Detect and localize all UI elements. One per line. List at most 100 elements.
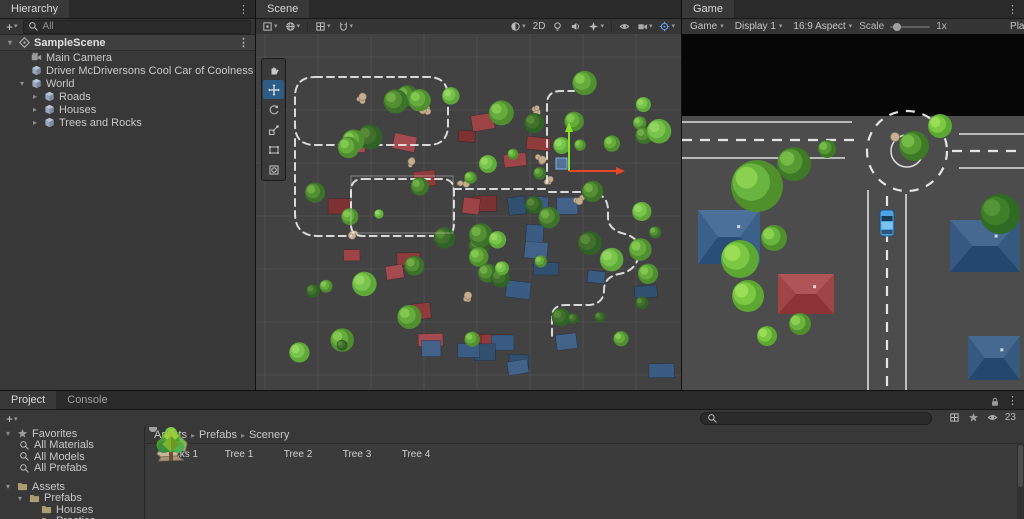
- asset-tree-1[interactable]: Tree 1: [149, 427, 264, 461]
- expand-arrow-icon[interactable]: ▸: [30, 118, 40, 127]
- chevron-down-icon: ▾: [671, 23, 675, 30]
- folder-item-practice[interactable]: Practice: [0, 515, 144, 519]
- game-toolbar: Game ▾ Display 1 ▾ 16:9 Aspect ▾ Scale 1x P…: [682, 19, 1024, 35]
- view-tool-button[interactable]: [263, 60, 284, 79]
- expand-arrow-icon[interactable]: ▾: [3, 429, 13, 438]
- view-2d-toggle[interactable]: 2D: [531, 19, 548, 34]
- favorites-item-all-models[interactable]: All Models: [0, 451, 144, 463]
- scale-tool-button[interactable]: [263, 120, 284, 139]
- scale-slider-thumb[interactable]: [893, 22, 902, 31]
- tab-project[interactable]: Project: [0, 391, 57, 409]
- project-content-area: Assets▸Prefabs▸Scenery Rocks 1Tree 1Tree…: [146, 427, 1024, 519]
- expand-arrow-icon[interactable]: ▾: [3, 482, 13, 491]
- rect-tool-button[interactable]: [263, 140, 284, 159]
- search-icon: [18, 440, 31, 451]
- project-panel: Project Console ⋮ + ▾ 23 ▾ Favorites All…: [0, 390, 1024, 519]
- tab-game[interactable]: Game: [682, 0, 734, 18]
- hierarchy-scene-row[interactable]: ▾ SampleScene ⋮: [0, 35, 255, 51]
- breadcrumb-scenery[interactable]: Scenery: [249, 429, 289, 441]
- tab-hierarchy[interactable]: Hierarchy: [0, 0, 70, 18]
- favorites-item-label: All Models: [34, 450, 85, 463]
- scrollbar-thumb[interactable]: [1018, 445, 1023, 487]
- visibility-icon[interactable]: [986, 412, 999, 423]
- expand-arrow-icon[interactable]: ▾: [17, 79, 27, 88]
- asset-grid: Rocks 1 Tree 1 Tree 2 Tree 3 Tree 4: [146, 427, 1024, 462]
- play-focused-dropdown[interactable]: Play▾: [1006, 21, 1024, 32]
- transform-tool-button[interactable]: [263, 160, 284, 179]
- aspect-dropdown[interactable]: 16:9 Aspect ▾: [789, 21, 856, 32]
- display-dropdown[interactable]: Display 1 ▾: [731, 21, 787, 32]
- cube-icon: [43, 91, 56, 102]
- globe-icon: [285, 21, 296, 32]
- game-menu-icon[interactable]: ⋮: [1001, 0, 1024, 18]
- assets-header[interactable]: ▾ Assets: [0, 481, 144, 493]
- project-menu-icon[interactable]: ⋮: [1001, 391, 1024, 409]
- browse-type-icon[interactable]: [948, 412, 961, 423]
- expand-arrow-icon[interactable]: ▾: [15, 494, 25, 503]
- camera-settings-button[interactable]: ▾: [635, 19, 655, 34]
- asset-tree-3[interactable]: Tree 3: [149, 427, 382, 461]
- eye-icon: [619, 21, 630, 32]
- unity-scene-icon: [18, 37, 31, 48]
- chevron-down-icon: ▾: [327, 23, 331, 30]
- game-viewport[interactable]: [682, 34, 1024, 390]
- shading-mode-button[interactable]: ▾: [508, 19, 528, 34]
- scene-toolbar: ▾ ▾ ▾ ▾ ▾ 2D ▾ ▾ ▾: [256, 19, 681, 35]
- move-tool-button[interactable]: [263, 80, 284, 99]
- scene-row-menu-icon[interactable]: ⋮: [232, 36, 255, 49]
- asset-tree-4[interactable]: Tree 4: [149, 427, 441, 461]
- project-add-button[interactable]: + ▾: [4, 413, 20, 425]
- scene-viewport[interactable]: [256, 34, 682, 390]
- hierarchy-search-input[interactable]: All: [22, 19, 251, 34]
- tab-console-label: Console: [67, 394, 108, 406]
- folder-item-prefabs[interactable]: ▾ Prefabs: [0, 492, 144, 504]
- lock-icon[interactable]: [988, 394, 1001, 409]
- hierarchy-add-button[interactable]: + ▾: [4, 21, 20, 33]
- scene-lighting-toggle[interactable]: [550, 19, 565, 34]
- folder-item-houses[interactable]: Houses: [0, 504, 144, 516]
- tab-scene[interactable]: Scene: [256, 0, 310, 18]
- project-folder-column: ▾ Favorites All Materials All Models All P…: [0, 427, 145, 519]
- scene-visibility-toggle[interactable]: [617, 19, 632, 34]
- scale-icon: [268, 124, 280, 136]
- favorites-header[interactable]: ▾ Favorites: [0, 428, 144, 440]
- asset-tree-2[interactable]: Tree 2: [149, 427, 323, 461]
- project-search-field[interactable]: [700, 412, 932, 425]
- rotate-tool-button[interactable]: [263, 100, 284, 119]
- gizmos-button[interactable]: ▾: [657, 19, 677, 34]
- tab-console[interactable]: Console: [56, 391, 119, 409]
- scale-slider[interactable]: [890, 22, 931, 31]
- grid-visibility-button[interactable]: ▾: [313, 19, 333, 34]
- expand-arrow-icon[interactable]: ▾: [5, 38, 15, 47]
- speaker-icon: [570, 21, 581, 32]
- folder-icon: [40, 504, 53, 515]
- pivot-rotation-button[interactable]: ▾: [283, 19, 303, 34]
- project-scrollbar[interactable]: [1017, 443, 1024, 519]
- expand-arrow-icon[interactable]: ▸: [30, 92, 40, 101]
- hand-icon: [268, 64, 280, 76]
- scene-viewport-wrap: [256, 34, 681, 390]
- hierarchy-item-driver-mcdriversons-cool-car-of-coolness[interactable]: Driver McDriversons Cool Car of Coolness: [0, 64, 255, 77]
- game-panel: Game ⋮ Game ▾ Display 1 ▾ 16:9 Aspect ▾ Sca…: [682, 0, 1024, 390]
- hierarchy-item-roads[interactable]: ▸ Roads: [0, 90, 255, 103]
- pivot-icon: [262, 21, 273, 32]
- expand-arrow-icon[interactable]: ▸: [30, 105, 40, 114]
- scene-audio-toggle[interactable]: [568, 19, 583, 34]
- hierarchy-item-trees-and-rocks[interactable]: ▸ Trees and Rocks: [0, 116, 255, 129]
- folder-icon: [16, 481, 29, 492]
- effects-toggle[interactable]: ▾: [586, 19, 606, 34]
- chevron-down-icon: ▾: [600, 23, 604, 30]
- snap-settings-button[interactable]: ▾: [336, 19, 356, 34]
- favorites-item-all-prefabs[interactable]: All Prefabs: [0, 462, 144, 474]
- toolbar-separator: [610, 21, 612, 32]
- hierarchy-item-main-camera[interactable]: Main Camera: [0, 51, 255, 64]
- game-view-dropdown[interactable]: Game ▾: [686, 21, 728, 32]
- hierarchy-menu-icon[interactable]: ⋮: [232, 0, 255, 18]
- breadcrumb-prefabs[interactable]: Prefabs: [199, 429, 237, 441]
- favorites-item-all-materials[interactable]: All Materials: [0, 439, 144, 451]
- pivot-mode-button[interactable]: ▾: [260, 19, 280, 34]
- saved-search-icon[interactable]: [967, 412, 980, 423]
- hierarchy-item-label: World: [46, 77, 75, 90]
- hierarchy-item-houses[interactable]: ▸ Houses: [0, 103, 255, 116]
- hierarchy-item-world[interactable]: ▾ World: [0, 77, 255, 90]
